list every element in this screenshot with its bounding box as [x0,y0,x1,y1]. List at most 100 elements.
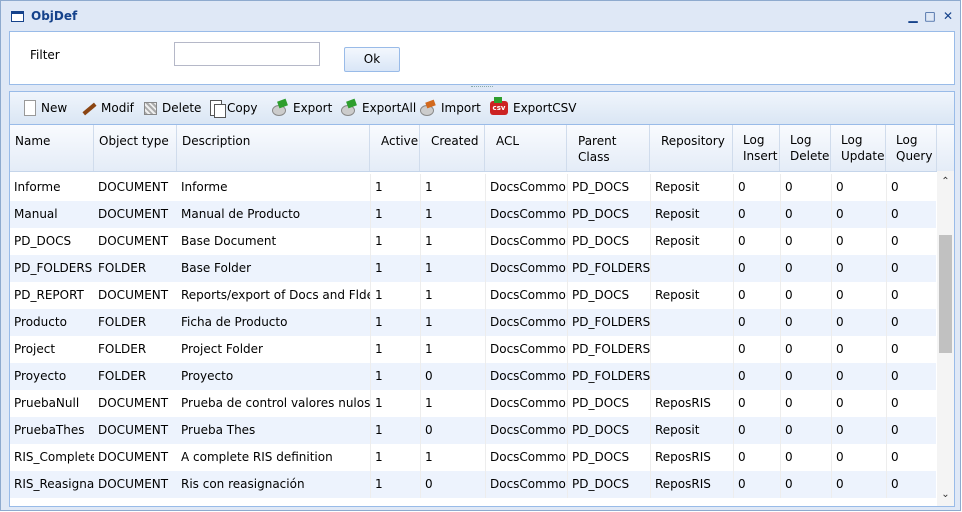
import-label: Import [441,101,481,115]
cell-object-type: DOCUMENT [98,288,169,302]
cell-log-delete: 0 [780,363,831,390]
scroll-down-icon[interactable]: ⌄ [937,488,954,502]
cell-acl: DocsCommon [485,282,567,309]
column-header-log-query[interactable]: Log Query [886,125,937,171]
column-header-repository[interactable]: Repository [650,125,733,171]
cell-acl: DocsCommon [485,471,567,498]
minimize-icon[interactable]: ▁ [907,10,919,22]
cell-description: Reports/export of Docs and Flders [181,288,370,302]
modif-button[interactable]: Modif [80,99,134,117]
scroll-up-icon[interactable]: ⌃ [937,175,954,189]
ok-button[interactable]: Ok [344,47,400,72]
cell-log-query: 0 [886,174,936,201]
table-row[interactable]: PruebaThes DOCUMENT Prueba Thes 1 0 DocsCommo… [10,417,936,444]
column-header-created[interactable]: Created [420,125,485,171]
cell-active: 1 [370,471,420,498]
cell-acl: DocsCommon [485,363,567,390]
cell-log-insert: 0 [733,471,780,498]
table-row[interactable]: Proyecto FOLDER Proyecto 1 0 DocsCommon PD_FOL… [10,363,936,390]
cell-log-insert: 0 [733,363,780,390]
table-row[interactable]: Producto FOLDER Ficha de Producto 1 1 DocsCom… [10,309,936,336]
maximize-icon[interactable]: □ [924,10,936,22]
table-row[interactable]: PD_FOLDERS FOLDER Base Folder 1 1 DocsCommon P… [10,255,936,282]
cell-repository: Reposit [650,228,733,255]
column-header-log-delete[interactable]: Log Delete [780,125,831,171]
table-row[interactable]: Informe DOCUMENT Informe 1 1 DocsCommon PD_DOC… [10,174,936,201]
column-header-name[interactable]: Name [10,125,94,171]
table-row[interactable]: RIS_Complete DOCUMENT A complete RIS defin… [10,444,936,471]
import-button[interactable]: Import [420,99,481,117]
new-button[interactable]: New [22,99,67,117]
cell-log-insert: 0 [733,228,780,255]
cell-repository [650,255,733,282]
column-header-description[interactable]: Description [177,125,370,171]
column-header-object-type[interactable]: Object type [94,125,177,171]
cell-acl: DocsCommon [485,417,567,444]
cell-log-insert: 0 [733,282,780,309]
cell-log-delete: 0 [780,417,831,444]
cell-parent-class: PD_DOCS [567,174,650,201]
cell-description: Prueba Thes [181,423,256,437]
cell-log-query: 0 [886,336,936,363]
cell-created: 0 [420,471,485,498]
cell-active: 1 [370,174,420,201]
cell-acl: DocsCommon [485,336,567,363]
cell-parent-class: PD_DOCS [567,390,650,417]
exportcsv-button[interactable]: csv ExportCSV [490,97,577,117]
cell-object-type: FOLDER [98,369,147,383]
cell-object-type: FOLDER [98,261,147,275]
column-header-acl[interactable]: ACL [485,125,567,171]
cell-active: 1 [370,363,420,390]
filter-input[interactable] [174,42,320,66]
cell-name: Producto [14,315,67,329]
cell-repository: ReposRIS [650,471,733,498]
close-icon[interactable]: ✕ [942,10,954,22]
cell-name: RIS_Reasignad [14,477,94,491]
export-button[interactable]: Export [272,99,332,117]
cell-log-insert: 0 [733,417,780,444]
cell-active: 1 [370,336,420,363]
table-row[interactable]: PD_REPORT DOCUMENT Reports/export of Docs … [10,282,936,309]
cell-description: Informe [181,180,228,194]
column-header-log-update[interactable]: Log Update [831,125,886,171]
cell-log-query: 0 [886,255,936,282]
table-row[interactable]: Manual DOCUMENT Manual de Producto 1 1 DocsCo… [10,201,936,228]
cell-created: 1 [420,444,485,471]
copy-button[interactable]: Copy [210,99,257,118]
scrollbar-thumb[interactable] [939,235,952,353]
table-row[interactable]: RIS_Reasignad DOCUMENT Ris con reasignació… [10,471,936,498]
panel-splitter[interactable] [471,86,493,90]
cell-created: 1 [420,174,485,201]
import-icon [420,100,436,116]
filter-label: Filter [30,48,60,62]
cell-repository: Reposit [650,282,733,309]
cell-created: 1 [420,201,485,228]
cell-log-query: 0 [886,417,936,444]
table-row[interactable]: PD_DOCS DOCUMENT Base Document 1 1 DocsCommon… [10,228,936,255]
cell-log-update: 0 [831,282,886,309]
vertical-scrollbar[interactable]: ⌃ ⌄ [937,171,954,506]
column-header-active[interactable]: Active [370,125,420,171]
cell-log-delete: 0 [780,390,831,417]
cell-acl: DocsCommon [485,444,567,471]
cell-log-query: 0 [886,363,936,390]
cell-parent-class: PD_DOCS [567,201,650,228]
cell-description: Base Folder [181,261,252,275]
table-row[interactable]: Project FOLDER Project Folder 1 1 DocsCommon P… [10,336,936,363]
window-icon [11,11,24,22]
cell-created: 1 [420,390,485,417]
grid-body: Informe DOCUMENT Informe 1 1 DocsCommon PD_DOC… [10,174,936,506]
exportall-button[interactable]: ExportAll [341,99,416,117]
cell-description: Ficha de Producto [181,315,288,329]
cell-log-query: 0 [886,201,936,228]
cell-object-type: DOCUMENT [98,423,169,437]
cell-name: PruebaNull [14,396,80,410]
cell-object-type: FOLDER [98,315,147,329]
title-bar[interactable]: ObjDef ▁ □ ✕ [1,1,960,31]
column-header-parent-class[interactable]: Parent Class [567,125,650,171]
delete-button[interactable]: Delete [144,99,201,117]
cell-log-update: 0 [831,309,886,336]
table-row[interactable]: PruebaNull DOCUMENT Prueba de control valo… [10,390,936,417]
column-header-log-insert[interactable]: Log Insert [733,125,780,171]
cell-name: Informe [14,180,61,194]
